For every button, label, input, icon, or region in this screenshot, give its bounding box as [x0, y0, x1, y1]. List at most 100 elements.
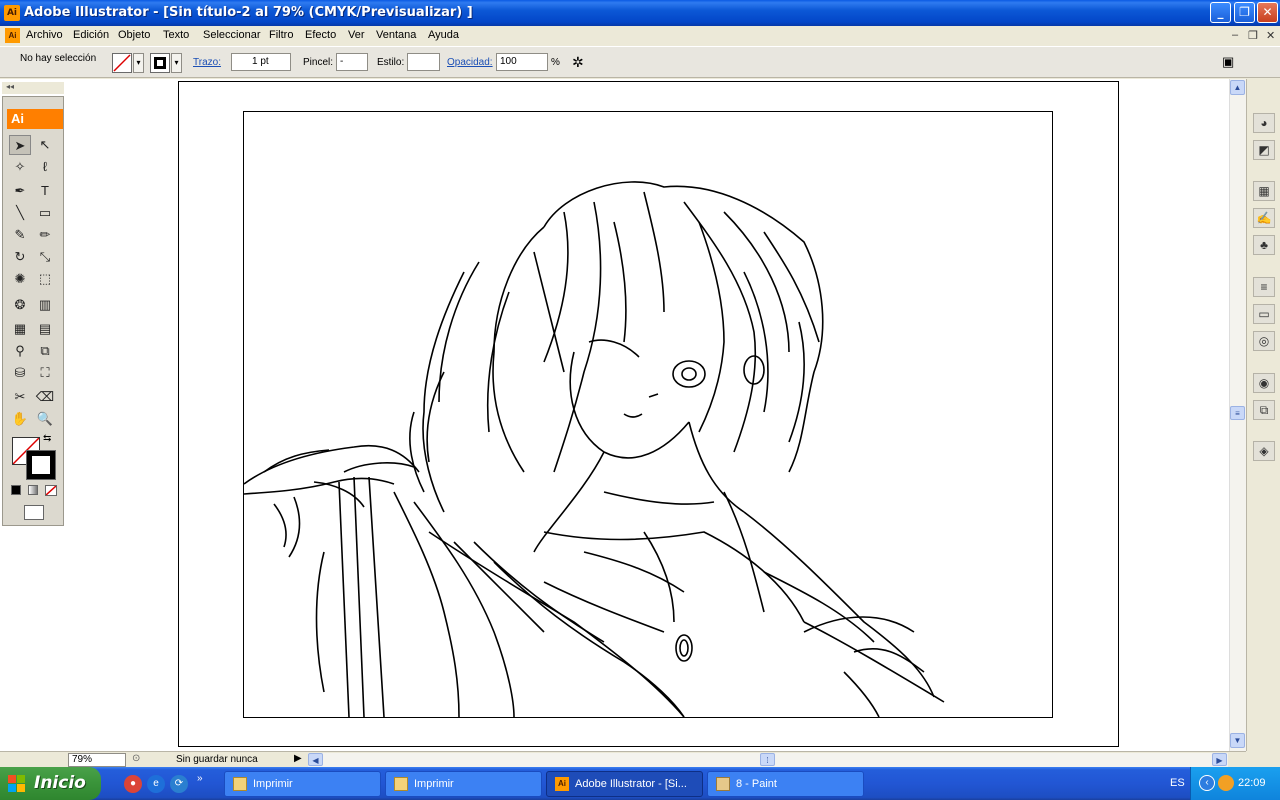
brush-dropdown[interactable]: - — [336, 53, 368, 71]
menu-ventana[interactable]: Ventana — [376, 29, 416, 41]
task-imprimir-2[interactable]: Imprimir — [385, 771, 542, 797]
chrome-icon[interactable]: ● — [124, 775, 142, 793]
swatches-panel-icon[interactable]: ▦ — [1253, 181, 1275, 201]
stroke-color-box[interactable] — [26, 450, 56, 480]
menu-edicion[interactable]: Edición — [73, 29, 109, 41]
artboard[interactable] — [243, 111, 1053, 718]
color-guide-panel-icon[interactable]: ◩ — [1253, 140, 1275, 160]
zoom-tool-icon[interactable]: 🔍 — [34, 409, 56, 429]
blend-tool-icon[interactable]: ⧉ — [34, 341, 56, 361]
gradient-mode-icon[interactable] — [28, 485, 38, 495]
live-paint-tool-icon[interactable]: ⛁ — [9, 363, 31, 383]
quicklaunch-more-icon[interactable]: » — [197, 773, 203, 784]
fill-dropdown[interactable]: ▾ — [133, 53, 144, 73]
task-imprimir-1[interactable]: Imprimir — [224, 771, 381, 797]
start-button[interactable]: Inicio — [0, 767, 101, 800]
eraser-tool-icon[interactable]: ⌫ — [34, 387, 56, 407]
scroll-down-button[interactable]: ▼ — [1230, 733, 1245, 748]
quicklaunch-icon[interactable]: ⟳ — [170, 775, 188, 793]
doc-close-button[interactable]: ✕ — [1266, 29, 1275, 42]
menu-ayuda[interactable]: Ayuda — [428, 29, 459, 41]
pencil-tool-icon[interactable]: ✏ — [34, 225, 56, 245]
slice-tool-icon[interactable]: ✂ — [9, 387, 31, 407]
menu-texto[interactable]: Texto — [163, 29, 189, 41]
graph-tool-icon[interactable]: ▥ — [34, 295, 56, 315]
minimize-button[interactable]: _ — [1210, 2, 1231, 23]
style-dropdown[interactable] — [407, 53, 440, 71]
brush-label: Pincel: — [303, 57, 334, 68]
screen-mode-icon[interactable] — [24, 505, 44, 520]
lasso-tool-icon[interactable]: ℓ — [34, 157, 56, 177]
vertical-scrollbar[interactable]: ▲ ≡ ▼ — [1229, 79, 1246, 751]
stroke-dropdown[interactable]: ▾ — [171, 53, 182, 73]
mesh-tool-icon[interactable]: ▦ — [9, 319, 31, 339]
scroll-right-button[interactable]: ▶ — [1212, 753, 1227, 766]
vertical-scroll-thumb[interactable]: ≡ — [1230, 406, 1245, 420]
scroll-up-button[interactable]: ▲ — [1230, 80, 1245, 95]
color-mode-icon[interactable] — [11, 485, 21, 495]
task-illustrator[interactable]: Ai Adobe Illustrator - [Si... — [546, 771, 703, 797]
free-transform-tool-icon[interactable]: ⬚ — [34, 269, 56, 289]
menu-efecto[interactable]: Efecto — [305, 29, 336, 41]
doc-minimize-button[interactable]: – — [1232, 29, 1238, 41]
color-panel-icon[interactable]: ◕ — [1253, 113, 1275, 133]
horizontal-scrollbar[interactable]: ◀ ⁞ ▶ — [308, 753, 1228, 767]
none-mode-icon[interactable] — [45, 485, 57, 496]
pen-tool-icon[interactable]: ✒ — [9, 181, 31, 201]
save-status: Sin guardar nunca — [176, 754, 258, 765]
stroke-panel-icon[interactable]: ≡ — [1253, 277, 1275, 297]
stroke-weight-field[interactable]: 1 pt — [231, 53, 291, 71]
layers-panel-icon[interactable]: ◈ — [1253, 441, 1275, 461]
gradient-panel-icon[interactable]: ▭ — [1253, 304, 1275, 324]
menu-ver[interactable]: Ver — [348, 29, 365, 41]
fill-swatch[interactable] — [112, 53, 132, 73]
menu-archivo[interactable]: Archivo — [26, 29, 63, 41]
swap-colors-icon[interactable]: ⇆ — [43, 433, 51, 444]
close-button[interactable]: ✕ — [1257, 2, 1278, 23]
tray-app-icon[interactable] — [1218, 775, 1234, 791]
task-paint[interactable]: 8 - Paint — [707, 771, 864, 797]
menu-objeto[interactable]: Objeto — [118, 29, 150, 41]
language-indicator[interactable]: ES — [1170, 777, 1185, 789]
symbols-panel-icon[interactable]: ♣ — [1253, 235, 1275, 255]
gradient-tool-icon[interactable]: ▤ — [34, 319, 56, 339]
eyedropper-tool-icon[interactable]: ⚲ — [9, 341, 31, 361]
horizontal-scroll-thumb[interactable]: ⁞ — [760, 753, 775, 766]
zoom-level-field[interactable]: 79% — [68, 753, 126, 767]
paintbrush-tool-icon[interactable]: ✎ — [9, 225, 31, 245]
restore-button[interactable]: ❐ — [1234, 2, 1255, 23]
document-icon[interactable]: Ai — [5, 28, 20, 43]
stroke-label[interactable]: Trazo: — [193, 57, 221, 68]
opacity-label[interactable]: Opacidad: — [447, 57, 493, 68]
selection-tool-icon[interactable]: ➤ — [9, 135, 31, 155]
direct-selection-tool-icon[interactable]: ↖ — [34, 135, 56, 155]
symbol-sprayer-tool-icon[interactable]: ❂ — [9, 295, 31, 315]
rotate-tool-icon[interactable]: ↻ — [9, 247, 31, 267]
illustrator-app-icon[interactable]: Ai — [4, 5, 20, 21]
magic-wand-tool-icon[interactable]: ✧ — [9, 157, 31, 177]
stroke-swatch[interactable] — [150, 53, 170, 73]
recolor-icon[interactable]: ✲ — [572, 54, 584, 71]
opacity-field[interactable]: 100 — [496, 53, 548, 71]
doc-restore-button[interactable]: ❐ — [1248, 29, 1258, 42]
warp-tool-icon[interactable]: ✺ — [9, 269, 31, 289]
brushes-panel-icon[interactable]: ✍ — [1253, 208, 1275, 228]
status-menu-icon[interactable]: ⊙ — [132, 753, 140, 764]
menu-seleccionar[interactable]: Seleccionar — [203, 29, 260, 41]
live-paint-selection-icon[interactable]: ⛶ — [34, 363, 56, 383]
menu-filtro[interactable]: Filtro — [269, 29, 293, 41]
line-tool-icon[interactable]: ╲ — [9, 203, 31, 223]
scroll-left-button[interactable]: ◀ — [308, 753, 323, 766]
tools-panel-grip[interactable]: ◂◂ — [2, 82, 64, 94]
graphic-styles-panel-icon[interactable]: ⧉ — [1253, 400, 1275, 420]
scale-tool-icon[interactable]: ⤡ — [34, 247, 56, 267]
tray-expand-icon[interactable]: ‹ — [1199, 775, 1215, 791]
status-arrow-icon[interactable]: ▶ — [294, 753, 302, 764]
rectangle-tool-icon[interactable]: ▭ — [34, 203, 56, 223]
workspace-icon[interactable]: ▣ — [1222, 54, 1234, 70]
type-tool-icon[interactable]: T — [34, 181, 56, 201]
appearance-panel-icon[interactable]: ◉ — [1253, 373, 1275, 393]
hand-tool-icon[interactable]: ✋ — [9, 409, 31, 429]
internet-explorer-icon[interactable]: e — [147, 775, 165, 793]
transparency-panel-icon[interactable]: ◎ — [1253, 331, 1275, 351]
